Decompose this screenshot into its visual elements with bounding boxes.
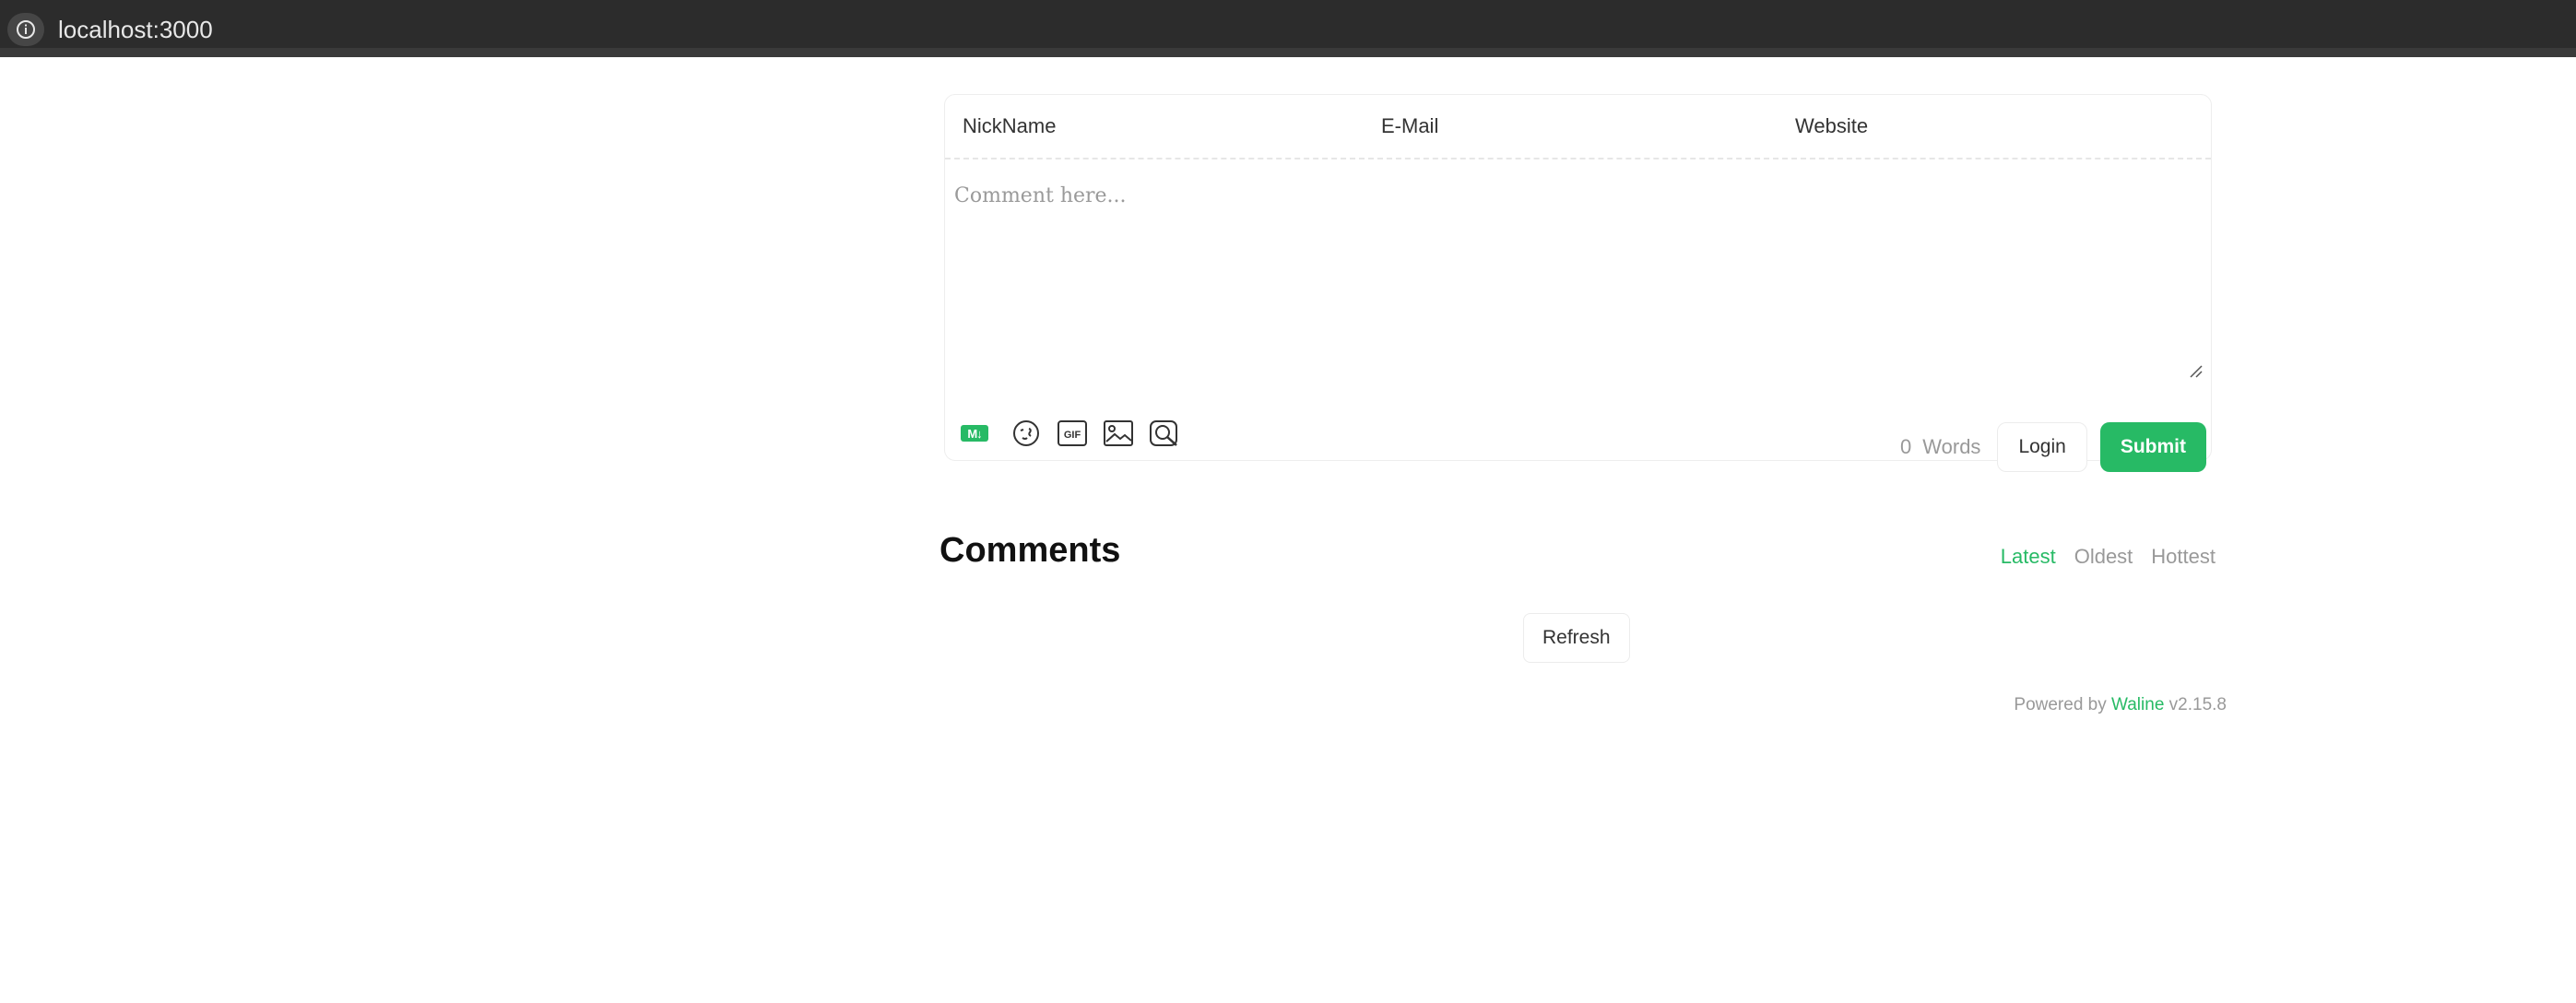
comment-header: NickName E-Mail Website	[945, 95, 2211, 159]
submit-button[interactable]: Submit	[2099, 422, 2206, 472]
login-button[interactable]: Login	[1997, 422, 2087, 472]
refresh-button[interactable]: Refresh	[1523, 613, 1630, 663]
url-text[interactable]: localhost:3000	[58, 14, 213, 45]
website-label: Website	[1795, 114, 1869, 137]
powered-by: Powered by Waline v2.15.8	[2014, 695, 2227, 715]
word-count-number: 0	[1900, 435, 1912, 458]
svg-text:GIF: GIF	[1064, 430, 1081, 441]
editor-actions: 0 Words Login Submit	[1900, 422, 2206, 472]
waline-version: v2.15.8	[2168, 695, 2227, 714]
email-label: E-Mail	[1381, 114, 1439, 137]
editor-toolbar: M↓ GIF	[958, 417, 1181, 450]
emoji-icon[interactable]	[1010, 417, 1043, 450]
nickname-field[interactable]: NickName	[963, 95, 1359, 158]
preview-icon[interactable]	[1148, 417, 1181, 450]
word-count-label: Words	[1922, 435, 1981, 458]
markdown-icon[interactable]: M↓	[958, 417, 991, 450]
image-icon[interactable]	[1102, 417, 1135, 450]
sort-tabs: Latest Oldest Hottest	[2001, 545, 2216, 569]
word-count: 0 Words	[1900, 435, 1980, 459]
sort-hottest[interactable]: Hottest	[2151, 545, 2216, 569]
waline-link[interactable]: Waline	[2111, 695, 2164, 714]
powered-prefix: Powered by	[2014, 695, 2107, 714]
resize-handle-icon[interactable]	[2188, 363, 2203, 378]
gif-icon[interactable]: GIF	[1056, 417, 1089, 450]
comment-textarea[interactable]	[945, 161, 2211, 383]
sort-oldest[interactable]: Oldest	[2074, 545, 2133, 569]
comment-placeholder: Comment here...	[954, 184, 1127, 207]
nickname-label: NickName	[963, 114, 1057, 137]
info-icon[interactable]	[7, 13, 44, 46]
email-field[interactable]: E-Mail	[1381, 95, 1778, 158]
website-field[interactable]: Website	[1795, 95, 2192, 158]
comment-panel: NickName E-Mail Website	[944, 94, 2212, 461]
sort-latest[interactable]: Latest	[2001, 545, 2056, 569]
comments-title: Comments	[939, 531, 1121, 570]
browser-address-bar: localhost:3000	[0, 0, 2576, 57]
